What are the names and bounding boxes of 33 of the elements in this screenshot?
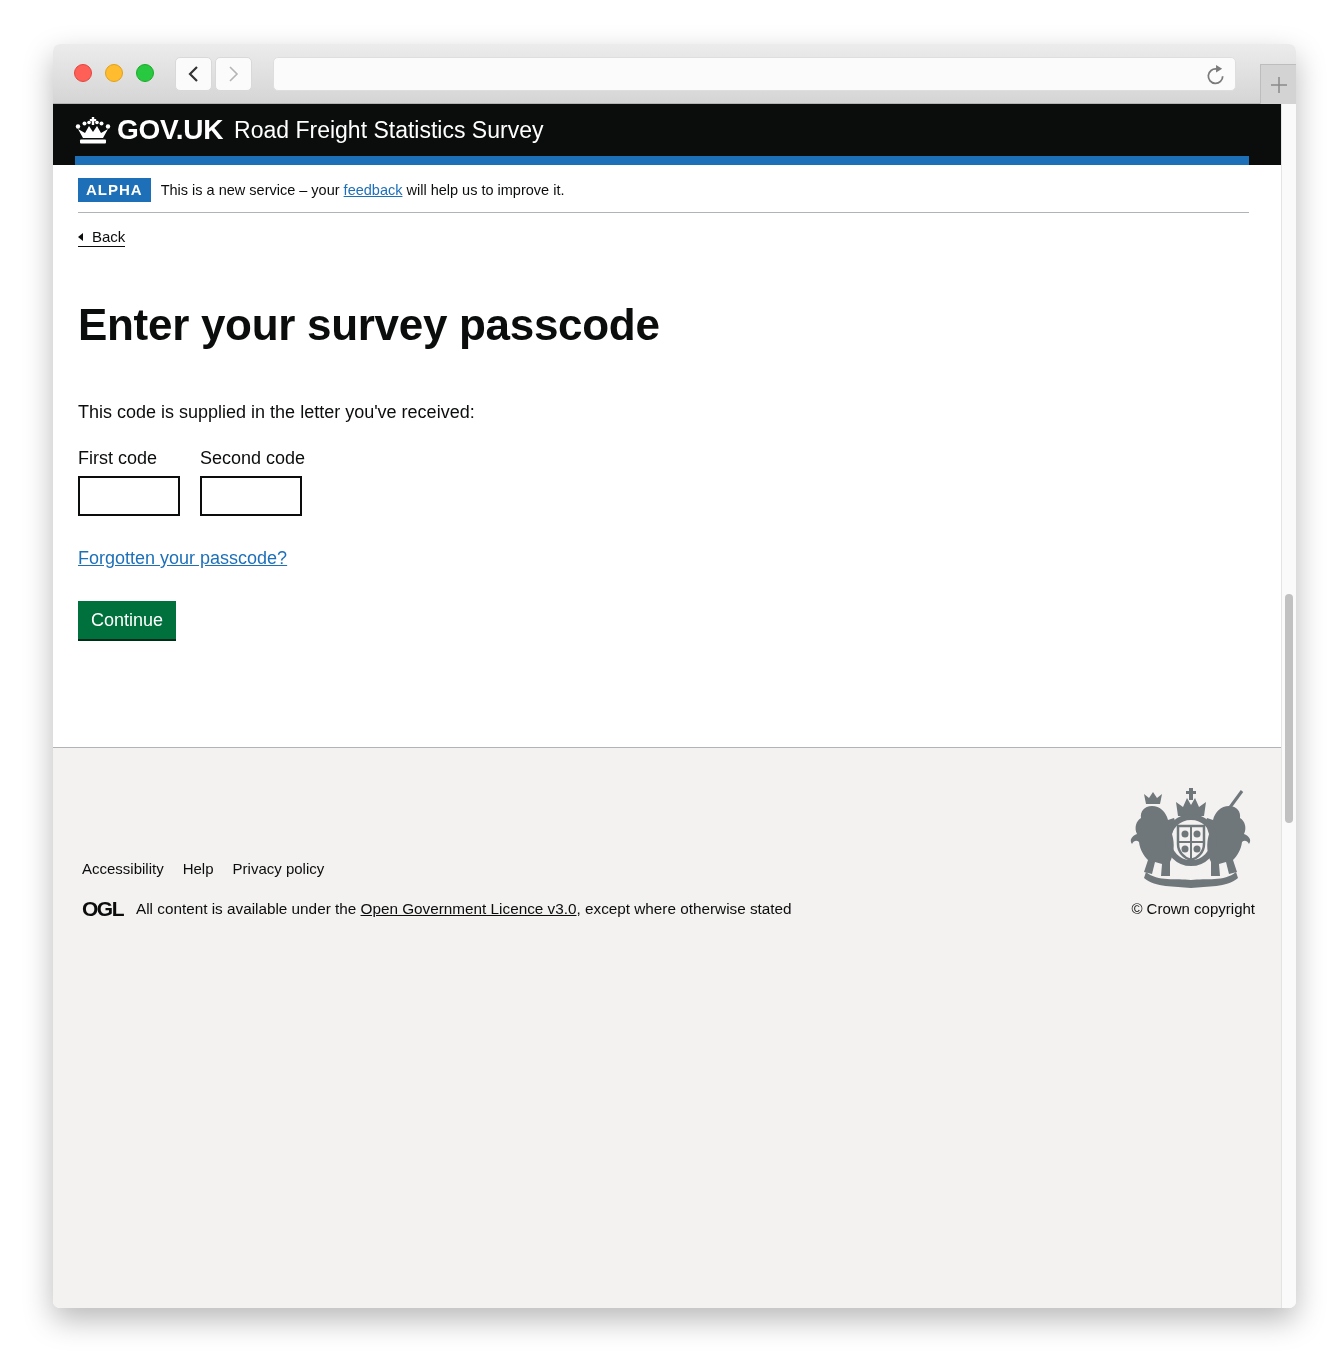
hint-text: This code is supplied in the letter you've received: xyxy=(78,401,475,424)
continue-button[interactable]: Continue xyxy=(78,601,177,641)
page-heading: Enter your survey passcode xyxy=(78,301,660,349)
licence-text: All content is available under the Open Government Licence v3.0, except where otherwise stated xyxy=(136,900,792,918)
new-tab-button[interactable] xyxy=(1260,64,1296,104)
plus-icon xyxy=(1269,75,1288,94)
close-window-button[interactable] xyxy=(74,64,92,82)
triangle-left-icon xyxy=(78,232,83,241)
footer-link[interactable]: Privacy policy xyxy=(232,859,325,879)
minimize-window-button[interactable] xyxy=(105,64,123,82)
phase-tag: ALPHA xyxy=(78,178,151,202)
service-name[interactable]: Road Freight Statistics Survey xyxy=(234,115,544,145)
footer-link[interactable]: Accessibility xyxy=(82,859,164,879)
ogl-logo[interactable]: OGL xyxy=(82,900,123,918)
zoom-window-button[interactable] xyxy=(136,64,154,82)
crown-icon xyxy=(75,116,111,144)
reload-icon[interactable] xyxy=(1206,63,1225,85)
phase-banner-text: This is a new service – your feedback will help us to improve it. xyxy=(160,181,565,200)
field-label: First code xyxy=(78,447,159,470)
address-field[interactable] xyxy=(273,57,1236,91)
coat-of-arms-icon xyxy=(1128,788,1253,890)
field-label: Second code xyxy=(200,447,306,470)
code-input-field[interactable] xyxy=(200,476,302,516)
back-button[interactable] xyxy=(175,57,212,91)
code-input-field[interactable] xyxy=(78,476,180,516)
govuk-logo-text[interactable]: GOV.UK xyxy=(117,114,224,146)
copyright-text: © Crown copyright xyxy=(1131,900,1255,918)
scrollbar-thumb[interactable] xyxy=(1285,594,1293,823)
forgotten-passcode-link[interactable]: Forgotten your passcode? xyxy=(78,546,288,570)
back-link[interactable]: Back xyxy=(78,227,126,247)
licence-link[interactable]: Open Government Licence v3.0 xyxy=(360,900,577,917)
footer-link[interactable]: Help xyxy=(182,859,214,879)
feedback-link[interactable]: feedback xyxy=(343,182,403,198)
